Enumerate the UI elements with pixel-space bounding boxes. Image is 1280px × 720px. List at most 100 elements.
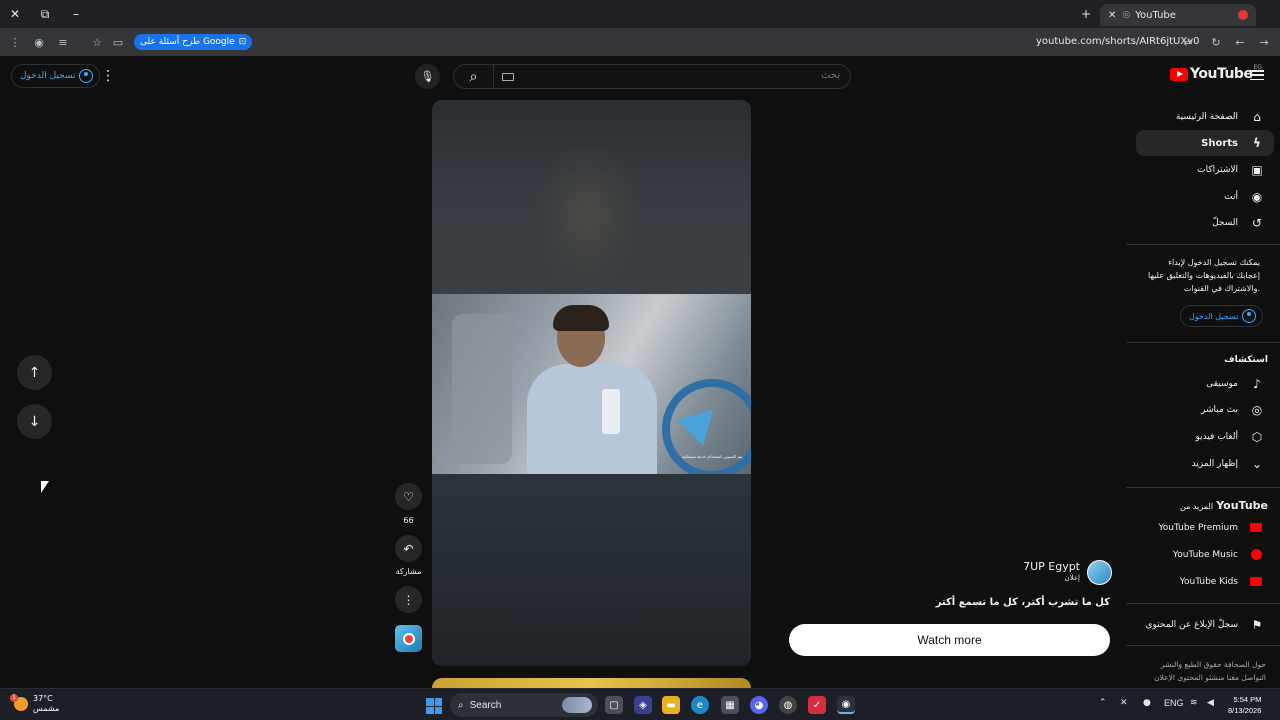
subscriptions-icon: ▣ [1251, 163, 1263, 177]
search-box[interactable]: ⌕ بحث [453, 64, 851, 89]
youtube-logo[interactable]: YouTube EG [1170, 64, 1262, 82]
sidebar-item-you[interactable]: أنت ◉ [1136, 184, 1274, 210]
share-icon: ↶ [403, 541, 414, 556]
share-button[interactable]: ↶ [395, 535, 422, 562]
wifi-icon[interactable]: ≋ [1190, 698, 1198, 708]
sidebar-item-history[interactable]: السجلّ ↺ [1136, 210, 1274, 236]
weather-widget[interactable]: 37°C مشمس [10, 694, 60, 714]
weather-condition: مشمس [33, 704, 60, 713]
task-view-icon[interactable]: ▢ [605, 696, 623, 714]
sidebar-item-youtube-premium[interactable]: YouTube Premium [1136, 515, 1274, 541]
youtube-wordmark: YouTube [1190, 66, 1253, 82]
chevron-down-icon: ⌄ [1251, 457, 1263, 471]
sidebar-item-subscriptions[interactable]: الاشتراكات ▣ [1136, 157, 1274, 183]
back-icon[interactable]: ← [1231, 33, 1249, 51]
footer-links-line1[interactable]: حول الصحافة حقوق الطبع والنشر [1136, 658, 1266, 671]
channel-name[interactable]: 7UP Egypt [1023, 560, 1080, 573]
url-text[interactable]: youtube.com/shorts/AIRt6jtUXv0 [1036, 36, 1200, 47]
ask-google-button[interactable]: طرح أسئلة على Google ⊡ [134, 34, 253, 50]
discord-icon[interactable]: ◕ [750, 696, 768, 714]
sidebar-divider [1126, 342, 1280, 343]
channel-thumbnail-button[interactable] [395, 625, 422, 652]
app-icon[interactable]: ◍ [779, 696, 797, 714]
search-input[interactable]: بحث [821, 70, 840, 81]
forward-icon[interactable]: → [1255, 33, 1273, 51]
sidebar-item-youtube-kids[interactable]: YouTube Kids [1136, 569, 1274, 595]
like-button[interactable]: ♡ [395, 483, 422, 510]
home-icon: ⌂ [1253, 110, 1261, 124]
chrome-icon[interactable]: ◉ [837, 696, 855, 714]
restore-window-icon[interactable]: ⧉ [35, 4, 55, 24]
sidebar-item-gaming[interactable]: ألعاب فيديو ⬡ [1136, 424, 1274, 450]
network-icon[interactable]: ✕ [1120, 698, 1128, 708]
taskbar-search[interactable]: ⌕ Search [450, 693, 598, 717]
menu-kebab-icon[interactable]: ⋮ [6, 33, 24, 51]
sidebar-divider [1126, 645, 1280, 646]
shorts-video-player[interactable]: يتم التصوير باستخدام خدعة سينمائية [432, 100, 751, 666]
store-icon[interactable]: ▦ [721, 696, 739, 714]
bookmark-star-icon[interactable]: ☆ [88, 33, 106, 51]
mic-tray-icon[interactable]: ● [1143, 698, 1151, 708]
keyboard-icon[interactable] [502, 73, 514, 81]
guide-menu-icon[interactable] [1250, 68, 1264, 82]
close-tab-icon[interactable]: ✕ [1108, 10, 1116, 21]
footer-links-line2[interactable]: التواصل معنا منشئو المحتوى الإعلان [1136, 671, 1266, 684]
sidebar-item-home[interactable]: الصفحة الرئيسية ⌂ [1136, 104, 1274, 130]
system-clock[interactable]: 5:54 PM 8/13/2026 [1228, 694, 1261, 716]
site-settings-icon[interactable]: ⇌ [1179, 33, 1197, 51]
taskbar-search-label: Search [469, 699, 502, 711]
more-from-youtube-heading: المزيد من YouTube [1180, 499, 1268, 512]
reload-icon[interactable]: ↻ [1207, 33, 1225, 51]
sidebar-signin-button[interactable]: تسجيل الدخول [1180, 305, 1264, 327]
minimize-window-icon[interactable]: – [66, 4, 86, 24]
sidebar-item-music[interactable]: موسيقى ♪ [1136, 371, 1274, 397]
search-icon: ⌕ [458, 699, 464, 711]
volume-icon[interactable]: ◀ [1207, 698, 1214, 708]
short-title: كل ما تشرب أكتر، كل ما تسمع أكتر [935, 597, 1110, 608]
language-indicator[interactable]: ENG [1164, 698, 1184, 708]
microphone-icon: 🎙 [420, 70, 435, 83]
signin-button[interactable]: تسجيل الدخول [11, 64, 101, 88]
previous-short-button[interactable]: ↑ [17, 355, 52, 390]
more-actions-button[interactable]: ⋮ [395, 586, 422, 613]
sidebar-item-shorts[interactable]: Shorts ϟ [1136, 130, 1274, 156]
youtube-music-icon [1251, 549, 1262, 560]
clock-date: 8/13/2026 [1228, 706, 1262, 715]
sidebar-item-label: أنت [1224, 192, 1238, 202]
channel-info[interactable]: 7UP Egypt إعلان [1020, 560, 1112, 586]
sidebar-item-label: السجلّ [1212, 218, 1238, 228]
start-button[interactable] [426, 698, 442, 714]
browser-tab[interactable]: ✕ ◎ YouTube [1100, 4, 1256, 26]
account-icon [79, 69, 94, 83]
close-window-icon[interactable]: ✕ [5, 4, 25, 24]
sidebar-item-report-history[interactable]: سجلّ الإبلاغ عن المحتوى ⚑ [1136, 612, 1274, 638]
video-frame: يتم التصوير باستخدام خدعة سينمائية [432, 294, 751, 479]
arrow-up-icon: ↑ [28, 364, 41, 381]
tray-overflow-icon[interactable]: ⌃ [1099, 698, 1107, 708]
shorts-icon: ϟ [1253, 136, 1261, 150]
watch-more-button[interactable]: Watch more [789, 624, 1110, 656]
edge-icon[interactable]: e [691, 696, 709, 714]
channel-avatar[interactable] [1087, 560, 1112, 585]
voice-search-button[interactable]: 🎙 [415, 64, 440, 89]
cast-icon[interactable]: ▭ [109, 33, 127, 51]
pocket-icon[interactable]: ✓ [808, 696, 826, 714]
sponsored-badge: إعلان [1064, 574, 1080, 582]
browser-titlebar: ✕ ⧉ – + ✕ ◎ YouTube [0, 0, 1280, 28]
file-explorer-icon[interactable]: ▬ [662, 696, 680, 714]
next-short-button[interactable]: ↓ [17, 404, 52, 439]
sidebar-item-label: سجلّ الإبلاغ عن المحتوى [1145, 620, 1238, 630]
sidebar-item-label: YouTube Kids [1179, 577, 1238, 587]
sidebar-item-label: بث مباشر [1201, 405, 1238, 415]
sidebar-item-show-more[interactable]: إظهار المزيد ⌄ [1136, 451, 1274, 477]
reading-list-icon[interactable]: ≡ [54, 33, 72, 51]
search-button[interactable]: ⌕ [454, 65, 494, 88]
new-tab-icon[interactable]: + [1076, 4, 1096, 24]
like-count: 66 [403, 516, 414, 525]
widgets-icon[interactable]: ◈ [634, 696, 652, 714]
settings-kebab-icon[interactable]: ⋮ [101, 68, 115, 84]
share-label: مشاركة [395, 567, 422, 576]
profile-icon[interactable]: ◉ [30, 33, 48, 51]
sidebar-item-youtube-music[interactable]: YouTube Music [1136, 542, 1274, 568]
sidebar-item-live[interactable]: بث مباشر ◎ [1136, 397, 1274, 423]
